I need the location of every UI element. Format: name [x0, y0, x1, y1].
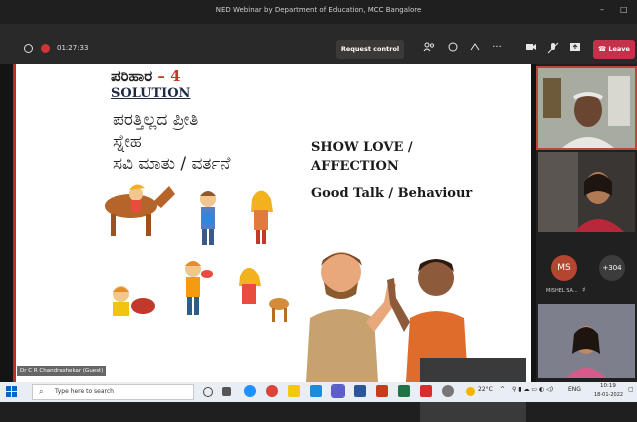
edge-icon[interactable] [244, 385, 256, 397]
search-placeholder: Type here to search [55, 388, 114, 395]
notifications-icon[interactable]: ▢ [628, 386, 634, 393]
excel-icon[interactable] [398, 385, 410, 397]
window-title: NED Webinar by Department of Education, … [215, 6, 422, 14]
cortana-icon[interactable] [203, 387, 213, 397]
chrome-icon[interactable] [266, 385, 278, 397]
slide-kannada-title: ಪರಿಹಾರ – 4 [111, 67, 181, 85]
clock-time[interactable]: 10:19 [600, 383, 616, 389]
file-explorer-icon[interactable] [288, 385, 300, 397]
pdf-reader-icon[interactable] [420, 385, 432, 397]
language-indicator[interactable]: ENG [568, 386, 581, 393]
recording-icon [41, 44, 50, 53]
participant-video-1 [538, 68, 635, 148]
shield-icon [24, 44, 33, 53]
kannada-line-3: ಸವಿ ಮಾತು / ವರ್ತನೆ [113, 154, 231, 174]
task-view-icon[interactable] [222, 387, 231, 396]
weather-icon[interactable] [466, 387, 475, 396]
english-line-3: Good Talk / Behaviour [311, 186, 473, 201]
chat-icon[interactable] [446, 42, 460, 55]
word-icon[interactable] [354, 385, 366, 397]
more-participants-badge[interactable]: +304 [599, 255, 625, 281]
windows-start-icon[interactable] [6, 386, 18, 398]
meeting-timer: 01:27:33 [57, 44, 89, 52]
more-icon[interactable]: ··· [490, 42, 504, 53]
phone-icon: ☎ [598, 45, 609, 53]
leave-label: Leave [608, 45, 630, 53]
tray-chevron-icon[interactable]: ^ [500, 386, 505, 393]
clock-date[interactable]: 18-01-2022 [594, 392, 623, 398]
window-titlebar: NED Webinar by Department of Education, … [0, 0, 637, 24]
meeting-toolbar: 01:27:33 Request control ··· ☎ Leave [0, 24, 637, 64]
participant-video-tile-3[interactable] [538, 304, 635, 378]
maximize-button[interactable]: □ [620, 5, 628, 14]
people-icon[interactable] [422, 42, 436, 55]
participant-video-tile-2[interactable] [538, 152, 635, 232]
kannada-line-1: ಪರತ್ತಿಲ್ಲದ ಪ್ರೀತಿ [113, 110, 199, 130]
store-icon[interactable] [310, 385, 322, 397]
windows-taskbar: ⌕ Type here to search 22°C ^ ⚲ ▮ ☁ ▭ ◐ ◁… [0, 382, 637, 402]
powerpoint-icon[interactable] [376, 385, 388, 397]
kannada-title-text: ಪರಿಹಾರ [111, 67, 153, 85]
slide-solution-heading: SOLUTION [111, 86, 191, 101]
children-animals-illustration [105, 184, 289, 322]
mic-off-small-icon: ♯ [582, 286, 586, 294]
temperature[interactable]: 22°C [478, 386, 493, 393]
shared-content-stage: ಪರಿಹಾರ – 4 SOLUTION ಪರತ್ತಿಲ್ಲದ ಪ್ರೀತಿ ಸ್… [0, 64, 536, 422]
kannada-line-2: ಸ್ನೇಹ [113, 132, 142, 152]
camera-icon[interactable] [524, 42, 538, 55]
teams-icon[interactable] [331, 384, 345, 398]
request-control-button[interactable]: Request control [336, 40, 404, 59]
presentation-slide: ಪರಿಹಾರ – 4 SOLUTION ಪರತ್ತಿಲ್ಲದ ಪ್ರೀತಿ ಸ್… [13, 64, 531, 382]
title-number: – 4 [157, 67, 181, 85]
leave-button[interactable]: ☎ Leave [593, 40, 635, 59]
mic-off-icon[interactable] [546, 42, 560, 57]
tray-icons[interactable]: ⚲ ▮ ☁ ▭ ◐ ◁) [512, 386, 553, 393]
participant-name: MISHEL SA... [546, 288, 578, 294]
presenter-name-tag: Dr C R Chandrashekar (Guest) [17, 366, 107, 376]
minimize-button[interactable]: – [600, 5, 604, 14]
search-icon: ⌕ [39, 387, 44, 396]
english-line-1: SHOW LOVE / [311, 140, 413, 155]
english-line-2: AFFECTION [311, 159, 399, 174]
participant-video-2 [538, 152, 635, 232]
share-icon[interactable] [568, 42, 582, 55]
settings-gear-icon[interactable] [442, 385, 454, 397]
participant-video-tile-1[interactable] [536, 66, 637, 150]
reactions-icon[interactable] [468, 42, 482, 55]
taskbar-search-box[interactable]: ⌕ Type here to search [32, 384, 194, 400]
participants-panel: MS +304 MISHEL SA... ♯ [536, 64, 637, 382]
participant-video-3 [538, 304, 635, 378]
participant-avatar-ms[interactable]: MS [551, 255, 577, 281]
